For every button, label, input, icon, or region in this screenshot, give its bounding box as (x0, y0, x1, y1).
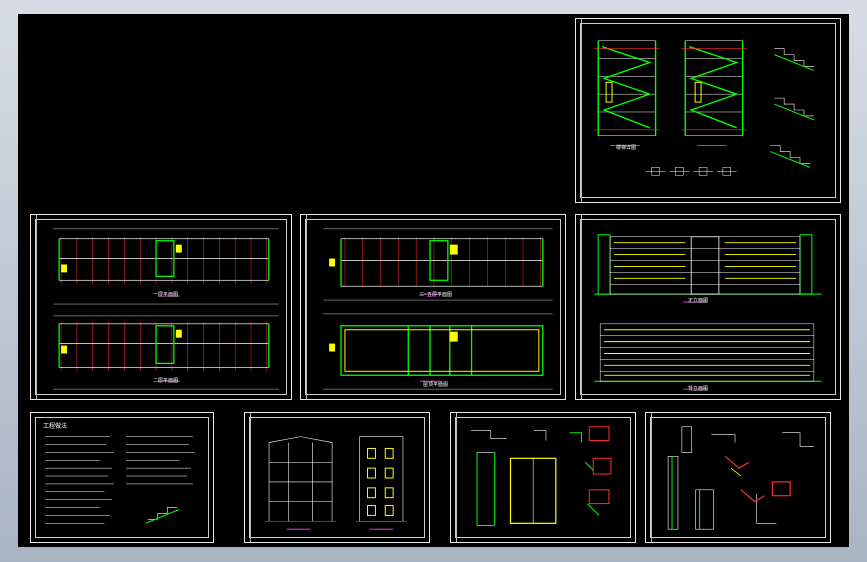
stair-caption: 楼梯详图 (616, 145, 637, 151)
sheet-stair-details[interactable]: 楼梯详图 (575, 18, 841, 203)
details-a-drawing (471, 426, 612, 526)
elevations-drawing (594, 234, 822, 390)
section-drawing (265, 436, 407, 530)
sheet-floor-plan-2[interactable]: 三~五层平面图 屋顶平面图 (300, 214, 566, 400)
sheet-design-notes[interactable]: 工程做法 (30, 412, 214, 543)
cad-application-window: 楼梯详图 一层平面图 二层平面图 三~五层平面图 屋顶平面图 正立面图 背立面图… (0, 0, 867, 562)
sheet-floor-plan-1[interactable]: 一层平面图 二层平面图 (30, 214, 292, 400)
plan2-top-caption: 三~五层平面图 (419, 292, 453, 298)
drawing-viewport[interactable]: 楼梯详图 一层平面图 二层平面图 三~五层平面图 屋顶平面图 正立面图 背立面图… (18, 14, 849, 547)
sheet-section[interactable] (244, 412, 430, 543)
sheet-details-b[interactable] (645, 412, 831, 543)
elev-top-caption: 正立面图 (688, 298, 709, 304)
sheet-details-a[interactable] (450, 412, 636, 543)
plan2-bottom-caption: 屋顶平面图 (423, 382, 449, 388)
floor-plan-1-drawing (53, 228, 279, 390)
elev-bottom-caption: 背立面图 (688, 386, 709, 392)
stair-details-drawing (594, 40, 815, 176)
plan1-bottom-caption: 二层平面图 (153, 378, 179, 384)
details-b-drawing (667, 426, 814, 530)
plan1-top-caption: 一层平面图 (153, 292, 179, 298)
sheet-elevations[interactable]: 正立面图 背立面图 (575, 214, 841, 400)
design-notes-text-block (45, 436, 195, 524)
floor-plan-2-drawing (323, 228, 553, 390)
